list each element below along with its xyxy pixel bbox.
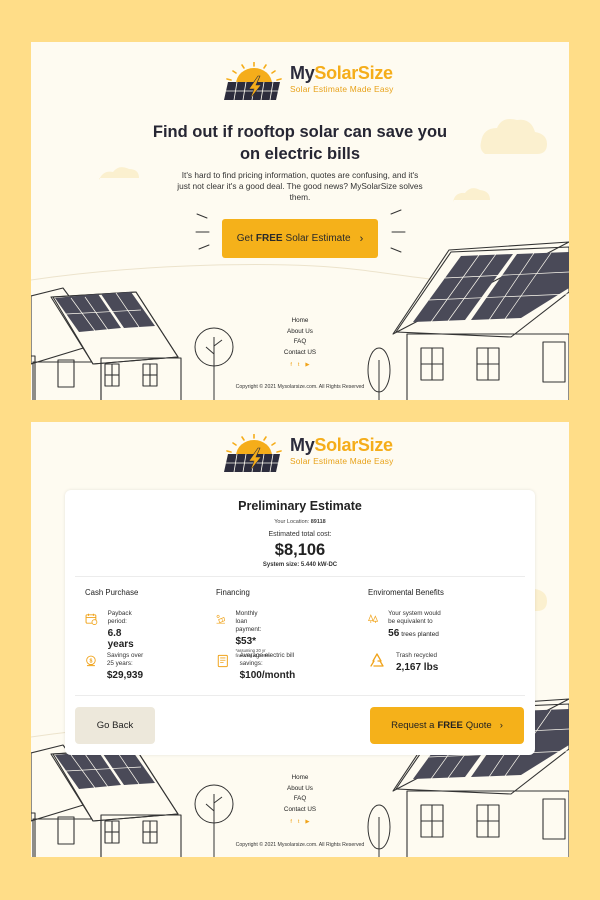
page-headline: Find out if rooftop solar can save you o… — [152, 123, 448, 163]
dollar-coin-icon — [85, 652, 97, 670]
footer-nav: Home About Us FAQ Contact US f t ▶ — [31, 773, 569, 825]
social-links: f t ▶ — [31, 362, 569, 368]
divider — [75, 576, 525, 577]
twitter-icon[interactable]: t — [298, 819, 300, 825]
calendar-icon — [85, 610, 98, 628]
column-heading: Financing — [216, 588, 250, 597]
social-links: f t ▶ — [31, 819, 569, 825]
footer-link-contact[interactable]: Contact US — [31, 805, 569, 816]
brand-logo[interactable]: MySolarSize Solar Estimate Made Easy — [222, 60, 393, 104]
sun-solar-panel-icon — [222, 60, 286, 104]
youtube-icon[interactable]: ▶ — [305, 819, 309, 825]
system-size: System size: 5.440 kW-DC — [262, 562, 338, 568]
metric-value: $53* — [235, 636, 257, 647]
location-line: Your Location: 89118 — [274, 519, 326, 525]
bill-savings-metric: Average electric bill savings: $100/mont… — [216, 652, 300, 681]
estimate-title: Preliminary Estimate — [238, 499, 362, 513]
footer-link-contact[interactable]: Contact US — [31, 348, 569, 359]
landing-panel: MySolarSize Solar Estimate Made Easy Fin… — [31, 42, 569, 400]
bill-icon — [216, 652, 230, 670]
metric-value: 56 trees planted — [388, 628, 439, 639]
metric-value: 2,167 lbs — [396, 662, 439, 673]
chevron-right-icon: › — [499, 720, 503, 731]
total-cost-value: $8,106 — [274, 541, 326, 559]
recycle-icon — [368, 652, 386, 670]
column-heading: Cash Purchase — [85, 588, 139, 597]
payback-metric: Payback period: 6.8 years — [85, 610, 139, 650]
request-free-quote-button[interactable]: Request a FREE Quote › — [370, 707, 524, 744]
trees-metric: Your system would be equivalent to 56 tre… — [368, 610, 444, 639]
go-back-button[interactable]: Go Back — [75, 707, 155, 744]
solar-panel-icon — [216, 610, 225, 628]
get-free-estimate-button[interactable]: Get FREE Solar Estimate › — [222, 219, 378, 258]
facebook-icon[interactable]: f — [290, 819, 292, 825]
footer-link-about[interactable]: About Us — [31, 327, 569, 338]
footer-link-faq[interactable]: FAQ — [31, 337, 569, 348]
environmental-column: Enviromental Benefits Your system would … — [368, 588, 444, 673]
twitter-icon[interactable]: t — [298, 362, 300, 368]
cash-purchase-column: Cash Purchase Payback period: 6.8 years … — [85, 588, 143, 681]
footer-link-faq[interactable]: FAQ — [31, 794, 569, 805]
estimate-card: Preliminary Estimate Your Location: 8911… — [65, 490, 535, 755]
facebook-icon[interactable]: f — [290, 362, 292, 368]
financing-column: Financing Monthly loan payment: $53* *as… — [216, 588, 295, 681]
footer-link-home[interactable]: Home — [31, 316, 569, 327]
trees-icon — [368, 610, 378, 628]
brand-logo[interactable]: MySolarSize Solar Estimate Made Easy — [222, 432, 393, 476]
brand-name: MySolarSize — [290, 435, 393, 455]
brand-name: MySolarSize — [290, 63, 393, 83]
footer-link-about[interactable]: About Us — [31, 784, 569, 795]
brand-tagline: Solar Estimate Made Easy — [290, 456, 394, 466]
metric-value: $100/month — [239, 670, 296, 681]
chevron-right-icon: › — [359, 232, 364, 245]
footer-link-home[interactable]: Home — [31, 773, 569, 784]
column-heading: Enviromental Benefits — [368, 588, 444, 597]
loan-payment-metric: Monthly loan payment: $53* *assuming 20 … — [216, 610, 270, 658]
sun-solar-panel-icon — [222, 432, 286, 476]
brand-tagline: Solar Estimate Made Easy — [290, 84, 394, 94]
divider — [75, 695, 525, 696]
copyright-text: Copyright © 2021 Mysolarsize.com. All Ri… — [235, 384, 365, 390]
cost-label: Estimated total cost: — [268, 531, 332, 538]
savings-metric: Savings over 25 years: $29,939 — [85, 652, 149, 681]
intro-text: It's hard to find pricing information, q… — [177, 170, 423, 203]
metric-value: $29,939 — [106, 670, 144, 681]
metric-value: 6.8 years — [107, 628, 134, 650]
trash-metric: Trash recycled 2,167 lbs — [368, 652, 438, 673]
footer-nav: Home About Us FAQ Contact US f t ▶ — [31, 316, 569, 368]
estimate-panel: MySolarSize Solar Estimate Made Easy Pre… — [31, 422, 569, 857]
copyright-text: Copyright © 2021 Mysolarsize.com. All Ri… — [235, 842, 365, 848]
youtube-icon[interactable]: ▶ — [305, 362, 309, 368]
